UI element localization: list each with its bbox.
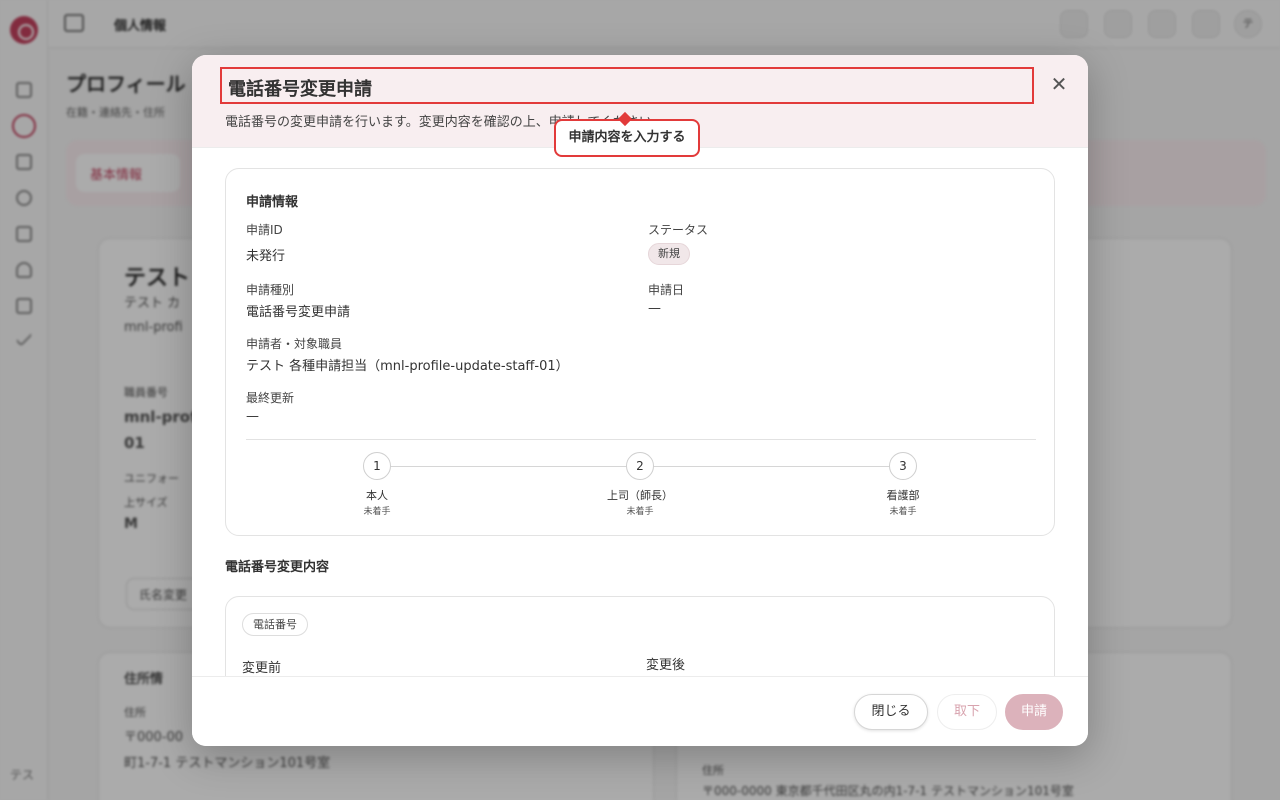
withdraw-button[interactable]: 取下: [937, 694, 997, 730]
change-section-title: 電話番号変更内容: [225, 560, 330, 575]
status-label: ステータス: [648, 223, 709, 237]
application-type-value: 電話番号変更申請: [246, 305, 351, 320]
applicant-label: 申請者・対象職員: [246, 337, 343, 351]
apply-button[interactable]: 申請: [1005, 694, 1063, 730]
info-divider: [246, 439, 1036, 440]
step-2-label: 上司（師長）: [607, 489, 673, 502]
application-type-label: 申請種別: [246, 283, 295, 297]
application-date-label: 申請日: [648, 283, 685, 297]
dialog-footer: 閉じる 取下 申請: [192, 676, 1088, 746]
phone-change-card: 電話番号 変更前 変更後: [225, 596, 1055, 676]
step-1-number: 1: [363, 452, 391, 480]
step-3-label: 看護部: [886, 489, 920, 502]
close-button[interactable]: 閉じる: [854, 694, 928, 730]
step-3-number: 3: [889, 452, 917, 480]
step-1-label: 本人: [366, 489, 388, 502]
before-label: 変更前: [242, 661, 282, 676]
step-1-status: 未着手: [363, 507, 391, 517]
step-2-number: 2: [626, 452, 654, 480]
application-info-card: 申請情報 申請ID 未発行 ステータス 新規 申請種別 電話番号変更申請 申請日…: [225, 168, 1055, 536]
phone-change-dialog: 電話番号変更申請 ✕ 電話番号の変更申請を行います。変更内容を確認の上、申請して…: [192, 55, 1088, 746]
last-updated-value: —: [246, 409, 259, 424]
step-2-status: 未着手: [626, 507, 654, 517]
dialog-header: 電話番号変更申請 ✕ 電話番号の変更申請を行います。変更内容を確認の上、申請して…: [192, 55, 1088, 157]
application-date-value: —: [648, 301, 661, 316]
status-badge: 新規: [648, 243, 690, 265]
step-3-status: 未着手: [889, 507, 917, 517]
application-id-value: 未発行: [246, 249, 286, 264]
last-updated-label: 最終更新: [246, 391, 295, 405]
applicant-value: テスト 各種申請担当（mnl-profile-update-staff-01）: [246, 359, 569, 374]
dialog-title: 電話番号変更申請: [220, 67, 1034, 104]
dialog-body[interactable]: 申請情報 申請ID 未発行 ステータス 新規 申請種別 電話番号変更申請 申請日…: [192, 148, 1088, 676]
info-section-title: 申請情報: [246, 195, 299, 210]
phone-chip: 電話番号: [242, 613, 308, 636]
close-icon[interactable]: ✕: [1048, 73, 1070, 95]
after-label: 変更後: [646, 658, 686, 673]
application-id-label: 申請ID: [246, 223, 283, 237]
